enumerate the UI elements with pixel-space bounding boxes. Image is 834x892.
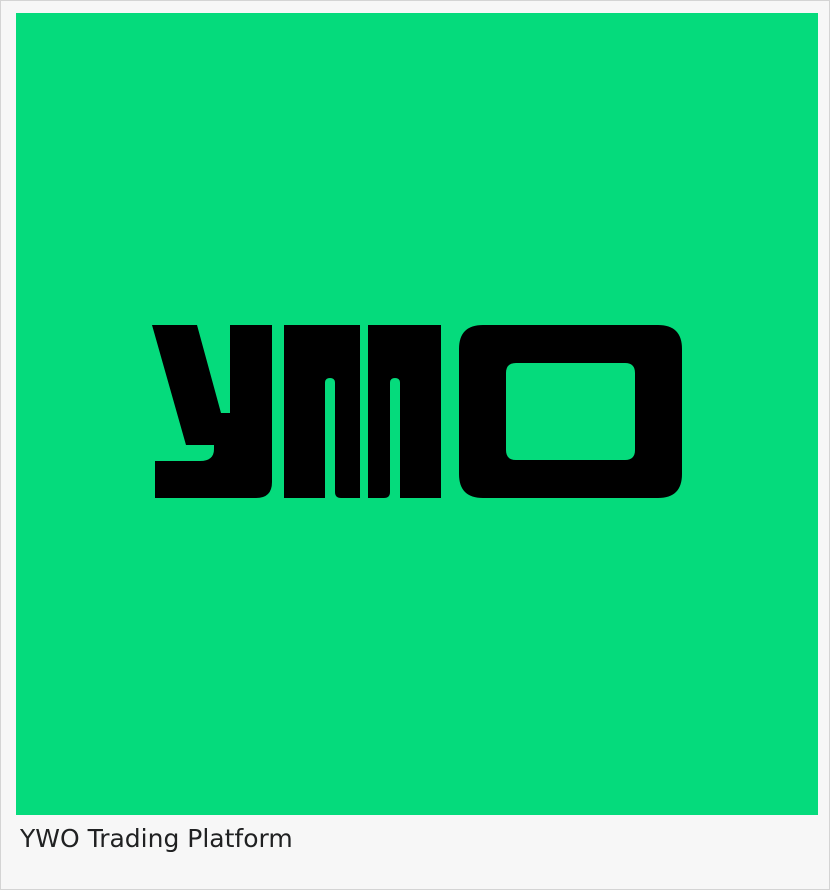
logo-letter-w bbox=[284, 325, 360, 498]
logo-letter-w-right bbox=[368, 325, 441, 498]
figure-caption: YWO Trading Platform bbox=[20, 824, 293, 853]
logo-image bbox=[16, 13, 818, 815]
ywo-logo bbox=[16, 13, 818, 815]
figure-frame: YWO Trading Platform bbox=[0, 0, 830, 890]
